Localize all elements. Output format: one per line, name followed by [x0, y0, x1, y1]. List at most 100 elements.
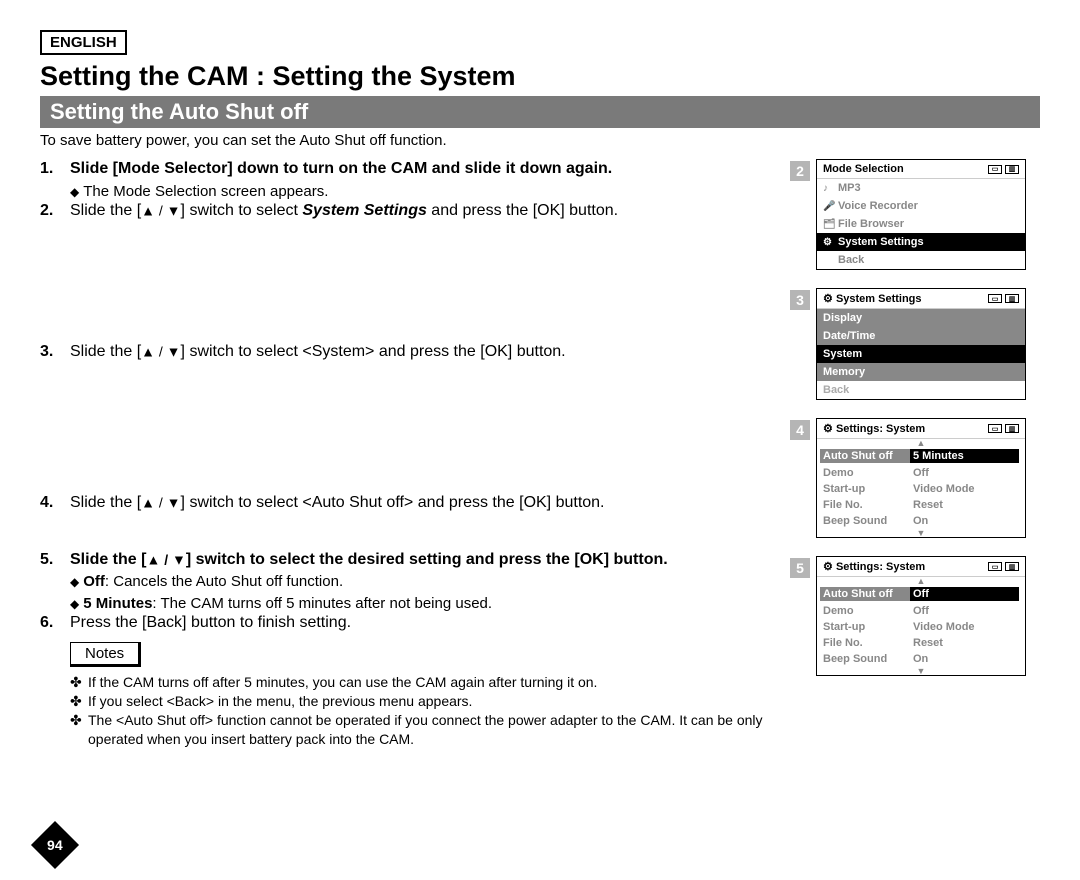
screen-title: Mode Selection — [823, 163, 904, 175]
screen-2-block: 2 Mode Selection ▭▥ ♪MP3🎤Voice Recorder🗂… — [790, 159, 1040, 270]
step-text-mid: ] switch to select — [181, 202, 303, 219]
up-down-arrow-icon: ▲ / ▼ — [146, 551, 185, 567]
notes-list: ✤If the CAM turns off after 5 minutes, y… — [70, 673, 782, 749]
step-number: 1. — [40, 159, 70, 201]
menu-item: ⚙ System Settings — [817, 233, 1025, 251]
setting-key: Auto Shut off — [820, 449, 910, 463]
menu-item-label: MP3 — [838, 182, 861, 194]
language-label: ENGLISH — [40, 30, 127, 55]
setting-row: File No.Reset — [817, 635, 1025, 651]
scroll-up-icon: ▲ — [817, 439, 1025, 447]
menu-item-icon: ♪ — [823, 183, 833, 194]
menu-item-label: Back — [838, 254, 864, 266]
step-text-mid: ] switch to select <System> and press th… — [181, 343, 566, 360]
setting-row: DemoOff — [817, 465, 1025, 481]
screen-number-badge: 4 — [790, 420, 810, 440]
step-number: 2. — [40, 201, 70, 222]
option-5min-label: 5 Minutes — [83, 595, 152, 612]
gear-icon: ⚙ — [823, 293, 833, 305]
battery-icon: ▥ — [1005, 165, 1019, 174]
setting-row: Auto Shut offOff — [817, 585, 1025, 603]
setting-row: File No.Reset — [817, 497, 1025, 513]
menu-item-icon: ⚙ — [823, 237, 833, 248]
note-item: If the CAM turns off after 5 minutes, yo… — [88, 673, 597, 692]
card-icon: ▭ — [988, 294, 1002, 303]
setting-key: Beep Sound — [823, 515, 913, 527]
notes-label: Notes — [70, 642, 141, 667]
up-down-arrow-icon: ▲ / ▼ — [141, 495, 180, 511]
setting-value: Off — [913, 467, 1019, 479]
menu-item-label: Memory — [823, 366, 865, 378]
step-5: 5. Slide the [▲ / ▼] switch to select th… — [40, 550, 782, 614]
step-number: 3. — [40, 342, 70, 363]
setting-key: Demo — [823, 605, 913, 617]
menu-item: Back — [817, 381, 1025, 399]
mode-selection-screen: Mode Selection ▭▥ ♪ MP3 🎤Voice Recorder 🗂 Fi… — [816, 159, 1026, 270]
menu-item: System — [817, 345, 1025, 363]
setting-value: Video Mode — [913, 621, 1019, 633]
step-text: Press the [Back] button to finish settin… — [70, 613, 782, 634]
setting-value: Off — [913, 605, 1019, 617]
step-sub: The Mode Selection screen appears. — [83, 183, 328, 200]
step-text-pre: Slide the [ — [70, 202, 141, 219]
setting-value: On — [913, 515, 1019, 527]
step-text: Slide [Mode Selector] down to turn on th… — [70, 160, 612, 177]
menu-item-label: Back — [823, 384, 849, 396]
page-number-badge: 94 — [31, 821, 79, 869]
settings-system-screen: ⚙ Settings: System ▭▥ ▲ Auto Shut offOff… — [816, 556, 1026, 676]
menu-item: 🗂 File Browser — [817, 215, 1025, 233]
step-4: 4. Slide the [▲ / ▼] switch to select <A… — [40, 493, 782, 514]
menu-item: Date/Time — [817, 327, 1025, 345]
status-indicators: ▭▥ — [988, 562, 1019, 571]
setting-value: On — [913, 653, 1019, 665]
setting-key: File No. — [823, 637, 913, 649]
screen-number-badge: 2 — [790, 161, 810, 181]
screen-4-block: 4 ⚙ Settings: System ▭▥ ▲ Auto Shut off5… — [790, 418, 1040, 538]
option-off-label: Off — [83, 573, 105, 590]
card-icon: ▭ — [988, 562, 1002, 571]
step-6: 6. Press the [Back] button to finish set… — [40, 613, 782, 634]
note-item: The <Auto Shut off> function cannot be o… — [88, 711, 782, 749]
screen-number-badge: 5 — [790, 558, 810, 578]
screen-3-block: 3 ⚙ System Settings ▭▥ DisplayDate/TimeS… — [790, 288, 1040, 400]
step-text-italic: System Settings — [302, 202, 426, 219]
step-number: 6. — [40, 613, 70, 634]
menu-item: 🎤Voice Recorder — [817, 197, 1025, 215]
card-icon: ▭ — [988, 424, 1002, 433]
menu-item: Back — [817, 251, 1025, 269]
step-1: 1. Slide [Mode Selector] down to turn on… — [40, 159, 782, 201]
step-2: 2. Slide the [▲ / ▼] switch to select Sy… — [40, 201, 782, 222]
setting-key: Start-up — [823, 483, 913, 495]
main-title: Setting the CAM : Setting the System — [40, 61, 1040, 92]
menu-item-label: System — [823, 348, 862, 360]
menu-item-label: File Browser — [838, 218, 904, 230]
menu-item-icon: 🗂 — [823, 219, 833, 230]
step-3: 3. Slide the [▲ / ▼] switch to select <S… — [40, 342, 782, 363]
status-indicators: ▭▥ — [988, 424, 1019, 433]
battery-icon: ▥ — [1005, 294, 1019, 303]
option-5min-desc: : The CAM turns off 5 minutes after not … — [152, 595, 492, 612]
setting-key: File No. — [823, 499, 913, 511]
card-icon: ▭ — [988, 165, 1002, 174]
menu-item: Memory — [817, 363, 1025, 381]
step-text-pre: Slide the [ — [70, 551, 146, 568]
screen-title: Settings: System — [836, 561, 925, 573]
step-text-mid: ] switch to select the desired setting a… — [186, 551, 668, 568]
menu-item-label: System Settings — [838, 236, 924, 248]
setting-value: Reset — [913, 637, 1019, 649]
option-off-desc: : Cancels the Auto Shut off function. — [105, 573, 343, 590]
setting-row: Beep SoundOn — [817, 651, 1025, 667]
battery-icon: ▥ — [1005, 424, 1019, 433]
setting-key: Auto Shut off — [820, 587, 910, 601]
setting-key: Beep Sound — [823, 653, 913, 665]
setting-row: DemoOff — [817, 603, 1025, 619]
battery-icon: ▥ — [1005, 562, 1019, 571]
setting-value: Reset — [913, 499, 1019, 511]
instructions-column: 1. Slide [Mode Selector] down to turn on… — [40, 159, 790, 749]
setting-row: Beep SoundOn — [817, 513, 1025, 529]
menu-item: ♪ MP3 — [817, 179, 1025, 197]
settings-system-screen: ⚙ Settings: System ▭▥ ▲ Auto Shut off5 M… — [816, 418, 1026, 538]
screen-title: Settings: System — [836, 423, 925, 435]
screen-title: System Settings — [836, 293, 922, 305]
scroll-down-icon: ▼ — [817, 667, 1025, 675]
